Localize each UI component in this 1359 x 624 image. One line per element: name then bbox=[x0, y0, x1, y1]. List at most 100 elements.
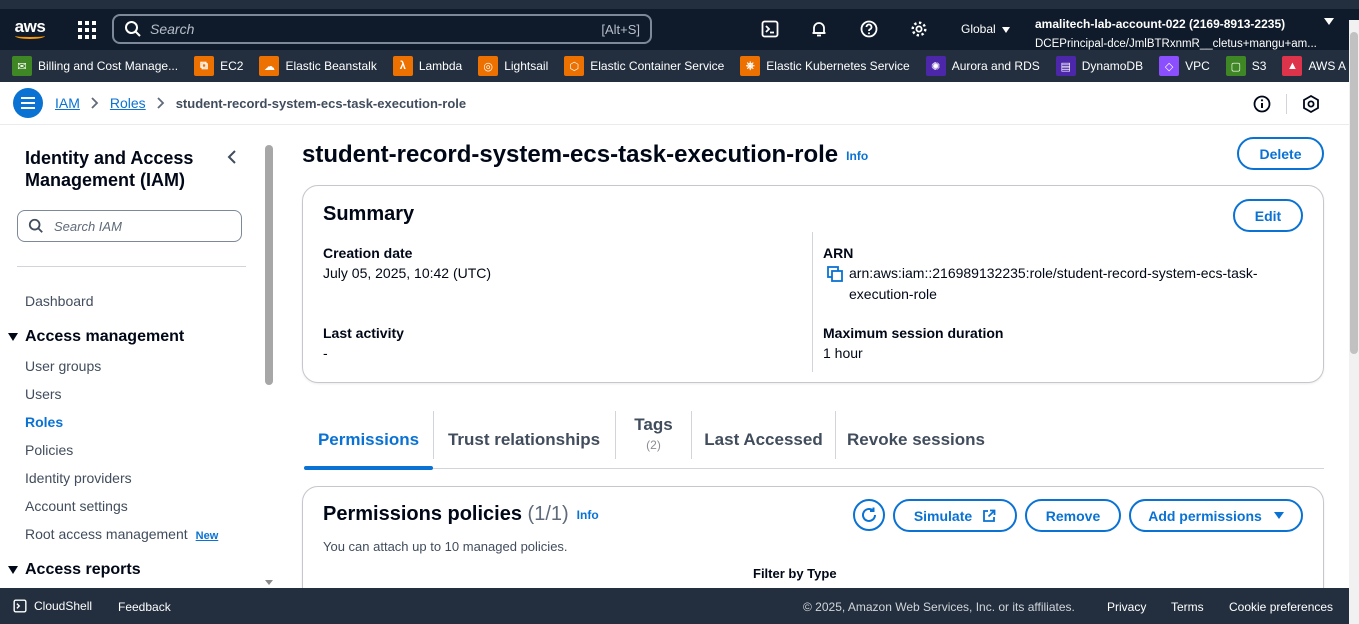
tab-bar: Permissions Trust relationships Tags (2) … bbox=[304, 411, 1324, 470]
sidebar-item-roles[interactable]: Roles bbox=[25, 414, 63, 430]
notifications-bell-icon[interactable] bbox=[810, 20, 828, 38]
cloudshell-icon[interactable] bbox=[761, 20, 779, 38]
delete-button[interactable]: Delete bbox=[1237, 137, 1324, 170]
creation-date-label: Creation date bbox=[323, 245, 413, 261]
sidebar-item-dashboard[interactable]: Dashboard bbox=[25, 293, 94, 309]
caret-down-icon bbox=[8, 566, 18, 574]
copyright-text: © 2025, Amazon Web Services, Inc. or its… bbox=[803, 600, 1075, 614]
arn-label: ARN bbox=[823, 245, 854, 261]
services-menu-icon[interactable] bbox=[78, 20, 96, 39]
favorite-item[interactable]: ✺ Aurora and RDS bbox=[925, 56, 1040, 76]
favorites-bar: ✉ Billing and Cost Manage... ⧉ EC2 ☁ Elastic … bbox=[0, 50, 1349, 82]
favorite-item[interactable]: ⬡ Elastic Container Service bbox=[564, 56, 724, 76]
caret-down-icon bbox=[8, 333, 18, 341]
refresh-button[interactable] bbox=[853, 499, 885, 531]
tab-revoke-sessions[interactable]: Revoke sessions bbox=[836, 411, 996, 469]
permissions-subtitle: You can attach up to 10 managed policies… bbox=[323, 539, 568, 554]
service-icon: ✉ bbox=[12, 56, 32, 76]
sidebar-item-users[interactable]: Users bbox=[25, 386, 62, 402]
feedback-link[interactable]: Feedback bbox=[118, 600, 171, 614]
caret-down-icon bbox=[1001, 26, 1010, 33]
divider bbox=[812, 232, 813, 372]
region-selector[interactable]: Global bbox=[961, 22, 1010, 36]
favorite-label: VPC bbox=[1185, 59, 1210, 73]
favorite-item[interactable]: λ Lambda bbox=[392, 56, 462, 76]
sidebar-item-account-settings[interactable]: Account settings bbox=[25, 498, 128, 514]
tab-last-accessed[interactable]: Last Accessed bbox=[692, 411, 835, 469]
favorite-item[interactable]: ◎ Lightsail bbox=[478, 56, 548, 76]
global-search-input[interactable]: Search [Alt+S] bbox=[112, 14, 652, 44]
favorite-item[interactable]: ☁ Elastic Beanstalk bbox=[259, 56, 377, 76]
permissions-policies-card: Permissions policies (1/1) Info You can a… bbox=[302, 486, 1324, 588]
breadcrumb-roles[interactable]: Roles bbox=[110, 95, 146, 111]
divider bbox=[1286, 94, 1287, 114]
terms-link[interactable]: Terms bbox=[1171, 600, 1204, 614]
sidebar-item-label: Root access management bbox=[25, 526, 188, 542]
tab-tags[interactable]: Tags (2) bbox=[616, 411, 691, 469]
service-icon: ◎ bbox=[478, 56, 499, 76]
hexagon-settings-icon[interactable] bbox=[1301, 94, 1321, 114]
max-session-label: Maximum session duration bbox=[823, 325, 1004, 341]
copy-icon[interactable] bbox=[827, 266, 843, 282]
sidebar-section-access-reports[interactable]: Access reports bbox=[8, 561, 141, 579]
favorite-item[interactable]: ▲ AWS A bbox=[1282, 56, 1346, 76]
favorite-item[interactable]: ⧉ EC2 bbox=[194, 56, 243, 76]
settings-gear-icon[interactable] bbox=[910, 20, 928, 38]
main-content: student-record-system-ecs-task-execution… bbox=[280, 125, 1349, 588]
edit-button[interactable]: Edit bbox=[1233, 199, 1303, 232]
favorite-item[interactable]: ◇ VPC bbox=[1159, 56, 1210, 76]
simulate-button[interactable]: Simulate bbox=[893, 499, 1017, 532]
sidebar-item-identity-providers[interactable]: Identity providers bbox=[25, 470, 132, 486]
sidebar-item-policies[interactable]: Policies bbox=[25, 442, 73, 458]
search-icon bbox=[125, 21, 141, 37]
favorite-label: AWS A bbox=[1308, 59, 1347, 73]
page-scrollbar[interactable] bbox=[1349, 20, 1359, 624]
search-placeholder: Search bbox=[150, 21, 195, 37]
favorite-label: S3 bbox=[1251, 59, 1267, 73]
sidebar-section-access-management[interactable]: Access management bbox=[8, 328, 184, 346]
account-menu[interactable]: amalitech-lab-account-022 (2169-8913-223… bbox=[1035, 14, 1335, 54]
favorite-item[interactable]: ✉ Billing and Cost Manage... bbox=[12, 56, 178, 76]
summary-title: Summary bbox=[323, 203, 415, 225]
favorite-label: Elastic Beanstalk bbox=[285, 59, 377, 73]
sidebar-item-root-access-management[interactable]: Root access management New bbox=[25, 526, 218, 542]
favorite-item[interactable]: ▢ S3 bbox=[1225, 56, 1267, 76]
help-icon[interactable] bbox=[860, 20, 878, 38]
title-info-link[interactable]: Info bbox=[846, 149, 868, 163]
section-label: Access reports bbox=[25, 561, 141, 578]
favorite-label: Billing and Cost Manage... bbox=[38, 59, 179, 73]
sidebar-scrollbar[interactable] bbox=[263, 139, 275, 587]
remove-button[interactable]: Remove bbox=[1025, 499, 1121, 532]
cookie-preferences-link[interactable]: Cookie preferences bbox=[1229, 600, 1333, 614]
cloudshell-label: CloudShell bbox=[34, 599, 93, 613]
collapse-chevron-left-icon[interactable] bbox=[225, 150, 239, 164]
favorite-item[interactable]: ⎈ Elastic Kubernetes Service bbox=[740, 56, 910, 76]
permissions-info-link[interactable]: Info bbox=[577, 508, 599, 522]
summary-card: Summary Edit Creation date July 05, 2025… bbox=[302, 185, 1324, 383]
max-session-value: 1 hour bbox=[823, 345, 863, 361]
button-label: Simulate bbox=[913, 507, 973, 524]
sidebar-search-input[interactable]: Search IAM bbox=[17, 210, 242, 242]
service-icon: ▢ bbox=[1225, 56, 1246, 76]
aws-smile-icon bbox=[15, 33, 45, 39]
sidebar-item-user-groups[interactable]: User groups bbox=[25, 358, 101, 374]
favorite-label: Aurora and RDS bbox=[951, 59, 1040, 73]
search-shortcut: [Alt+S] bbox=[601, 21, 640, 37]
add-permissions-button[interactable]: Add permissions bbox=[1129, 499, 1303, 532]
tags-count: (2) bbox=[646, 438, 661, 452]
breadcrumb-iam[interactable]: IAM bbox=[55, 95, 80, 111]
account-caret-icon[interactable] bbox=[1324, 18, 1334, 25]
tab-trust-relationships[interactable]: Trust relationships bbox=[434, 411, 614, 469]
service-icon: ☁ bbox=[259, 56, 280, 76]
service-icon: ▤ bbox=[1055, 56, 1076, 76]
info-circle-icon[interactable] bbox=[1252, 94, 1272, 114]
sidebar-search-placeholder: Search IAM bbox=[54, 218, 122, 234]
tab-permissions[interactable]: Permissions bbox=[304, 411, 433, 469]
menu-toggle-icon[interactable] bbox=[13, 88, 43, 118]
aws-logo[interactable]: aws bbox=[0, 18, 52, 39]
favorite-item[interactable]: ▤ DynamoDB bbox=[1055, 56, 1143, 76]
chevron-right-icon bbox=[157, 97, 164, 109]
cloudshell-button[interactable]: CloudShell bbox=[13, 599, 92, 613]
service-icon: ▲ bbox=[1282, 56, 1303, 76]
privacy-link[interactable]: Privacy bbox=[1107, 600, 1146, 614]
